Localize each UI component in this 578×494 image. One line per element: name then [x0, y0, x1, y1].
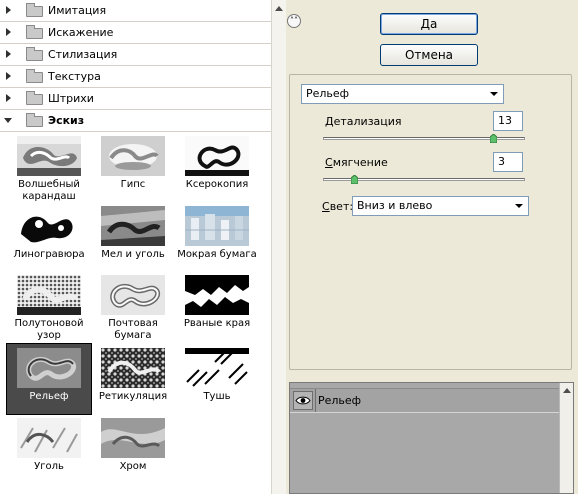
filter-gallery: Имитация Искажение Стилизация Текстура Ш… [0, 0, 286, 494]
filter-settings-panel: ˄˄ Да Отмена Рельеф Детализация 13 Смягч… [287, 0, 578, 494]
folder-icon [26, 3, 43, 17]
category-stylize[interactable]: Стилизация [0, 44, 271, 66]
layers-scrollbar[interactable] [559, 383, 573, 493]
category-sketch[interactable]: Эскиз [0, 110, 271, 132]
note-paper-thumbnail [101, 275, 165, 315]
folder-icon [26, 69, 43, 83]
folder-icon [26, 25, 43, 39]
filter-thumb-photocopy[interactable]: Ксерокопия [175, 136, 259, 191]
filter-thumb-caption: Ксерокопия [185, 179, 249, 190]
effect-layer-name: Рельеф [318, 394, 362, 407]
filter-thumb-caption: Почтовая бумага [108, 318, 158, 341]
filter-thumb-caption: Гипс [120, 179, 146, 190]
category-label: Эскиз [48, 114, 85, 127]
category-label: Текстура [48, 70, 101, 83]
filter-thumb-caption: Полутоновой узор [14, 318, 84, 341]
expand-triangle-icon[interactable] [6, 6, 11, 14]
thumbnail-grid: Волшебный карандаш Гипс Ксерокопия Линог… [0, 132, 271, 482]
stamp-thumbnail [17, 206, 81, 246]
filter-select[interactable]: Рельеф [301, 84, 504, 104]
filter-thumb-caption: Ретикуляция [98, 391, 168, 402]
double-chevron-up-icon[interactable]: ˄˄ [287, 14, 301, 28]
filter-thumb-caption: Рельеф [29, 391, 69, 402]
category-label: Искажение [48, 26, 114, 39]
category-distortion[interactable]: Искажение [0, 22, 271, 44]
detail-slider-handle[interactable] [490, 134, 498, 143]
filter-thumb-chrome[interactable]: Хром [91, 418, 175, 473]
expand-triangle-icon[interactable] [6, 28, 11, 36]
folder-icon [26, 91, 43, 105]
scroll-up-arrow-icon[interactable] [563, 388, 571, 393]
expand-triangle-icon[interactable] [6, 50, 11, 58]
detail-label: Детализация [325, 115, 402, 128]
filter-gallery-scroll-area: Имитация Искажение Стилизация Текстура Ш… [0, 0, 271, 494]
detail-value-field[interactable]: 13 [493, 111, 523, 131]
filter-thumb-charcoal[interactable]: Уголь [7, 418, 91, 473]
reticulation-thumbnail [101, 348, 165, 388]
filter-thumb-note-paper[interactable]: Почтовая бумага [91, 275, 175, 342]
smoothness-value-field[interactable]: 3 [493, 152, 523, 172]
eye-icon[interactable] [293, 391, 313, 410]
filter-thumb-chalk-charcoal[interactable]: Мел и уголь [91, 206, 175, 261]
filter-thumb-conte-crayon[interactable]: Волшебный карандаш [7, 136, 91, 203]
filter-thumb-caption: Мел и уголь [101, 249, 165, 260]
category-imitation[interactable]: Имитация [0, 0, 271, 22]
filter-thumb-caption: Уголь [34, 461, 64, 472]
filter-thumb-bas-relief[interactable]: Рельеф [6, 343, 92, 415]
category-brush-strokes[interactable]: Штрихи [0, 88, 271, 110]
torn-edges-thumbnail [185, 275, 249, 315]
effect-layers-panel: Рельеф [289, 382, 574, 494]
halftone-pattern-thumbnail [17, 275, 81, 315]
water-paper-thumbnail [185, 206, 249, 246]
cancel-button[interactable]: Отмена [380, 44, 478, 66]
folder-icon [26, 47, 43, 61]
filter-thumb-caption: Рваные края [183, 318, 251, 329]
graphic-pen-thumbnail [185, 348, 249, 388]
filter-thumb-caption: Мокрая бумага [177, 249, 257, 260]
effect-layer-row[interactable]: Рельеф [290, 388, 573, 413]
category-label: Стилизация [48, 48, 118, 61]
filter-thumb-caption: Волшебный карандаш [18, 179, 80, 202]
open-folder-icon [26, 113, 43, 127]
expand-triangle-icon[interactable] [6, 94, 11, 102]
filter-thumb-stamp[interactable]: Линогравюра [7, 206, 91, 261]
filter-thumb-graphic-pen[interactable]: Тушь [175, 348, 259, 403]
dropdown-arrow-icon [490, 92, 498, 96]
category-label: Штрихи [48, 92, 94, 105]
chrome-thumbnail [101, 418, 165, 458]
dropdown-arrow-icon [515, 204, 523, 208]
layer-row-divider [315, 389, 316, 412]
photocopy-thumbnail [185, 136, 249, 176]
smoothness-slider-handle[interactable] [350, 175, 358, 184]
filter-thumb-torn-edges[interactable]: Рваные края [175, 275, 259, 330]
category-label: Имитация [48, 4, 107, 17]
filter-select-value: Рельеф [306, 87, 350, 100]
smoothness-label: Смягчение [325, 156, 388, 169]
plaster-thumbnail [101, 136, 165, 176]
filter-thumb-reticulation[interactable]: Ретикуляция [91, 348, 175, 403]
conte-crayon-thumbnail [17, 136, 81, 176]
filter-thumb-caption: Хром [119, 461, 147, 472]
ok-button[interactable]: Да [380, 13, 478, 35]
bas-relief-thumbnail [17, 348, 81, 388]
light-direction-select[interactable]: Вниз и влево [352, 196, 529, 216]
charcoal-thumbnail [17, 418, 81, 458]
filter-options-group: Рельеф Детализация 13 Смягчение 3 Свет: … [289, 74, 572, 370]
scroll-up-arrow-icon[interactable] [275, 6, 283, 11]
filter-thumb-halftone[interactable]: Полутоновой узор [7, 275, 91, 342]
expand-triangle-icon[interactable] [6, 72, 11, 80]
filter-thumb-caption: Линогравюра [13, 249, 85, 260]
light-direction-value: Вниз и влево [357, 199, 433, 212]
collapse-triangle-icon[interactable] [4, 118, 12, 123]
category-texture[interactable]: Текстура [0, 66, 271, 88]
filter-thumb-caption: Тушь [203, 391, 231, 402]
light-label: Свет: [322, 200, 354, 213]
filter-thumb-plaster[interactable]: Гипс [91, 136, 175, 191]
chalk-charcoal-thumbnail [101, 206, 165, 246]
filter-gallery-scrollbar[interactable] [271, 0, 286, 494]
filter-thumb-water-paper[interactable]: Мокрая бумага [175, 206, 259, 261]
